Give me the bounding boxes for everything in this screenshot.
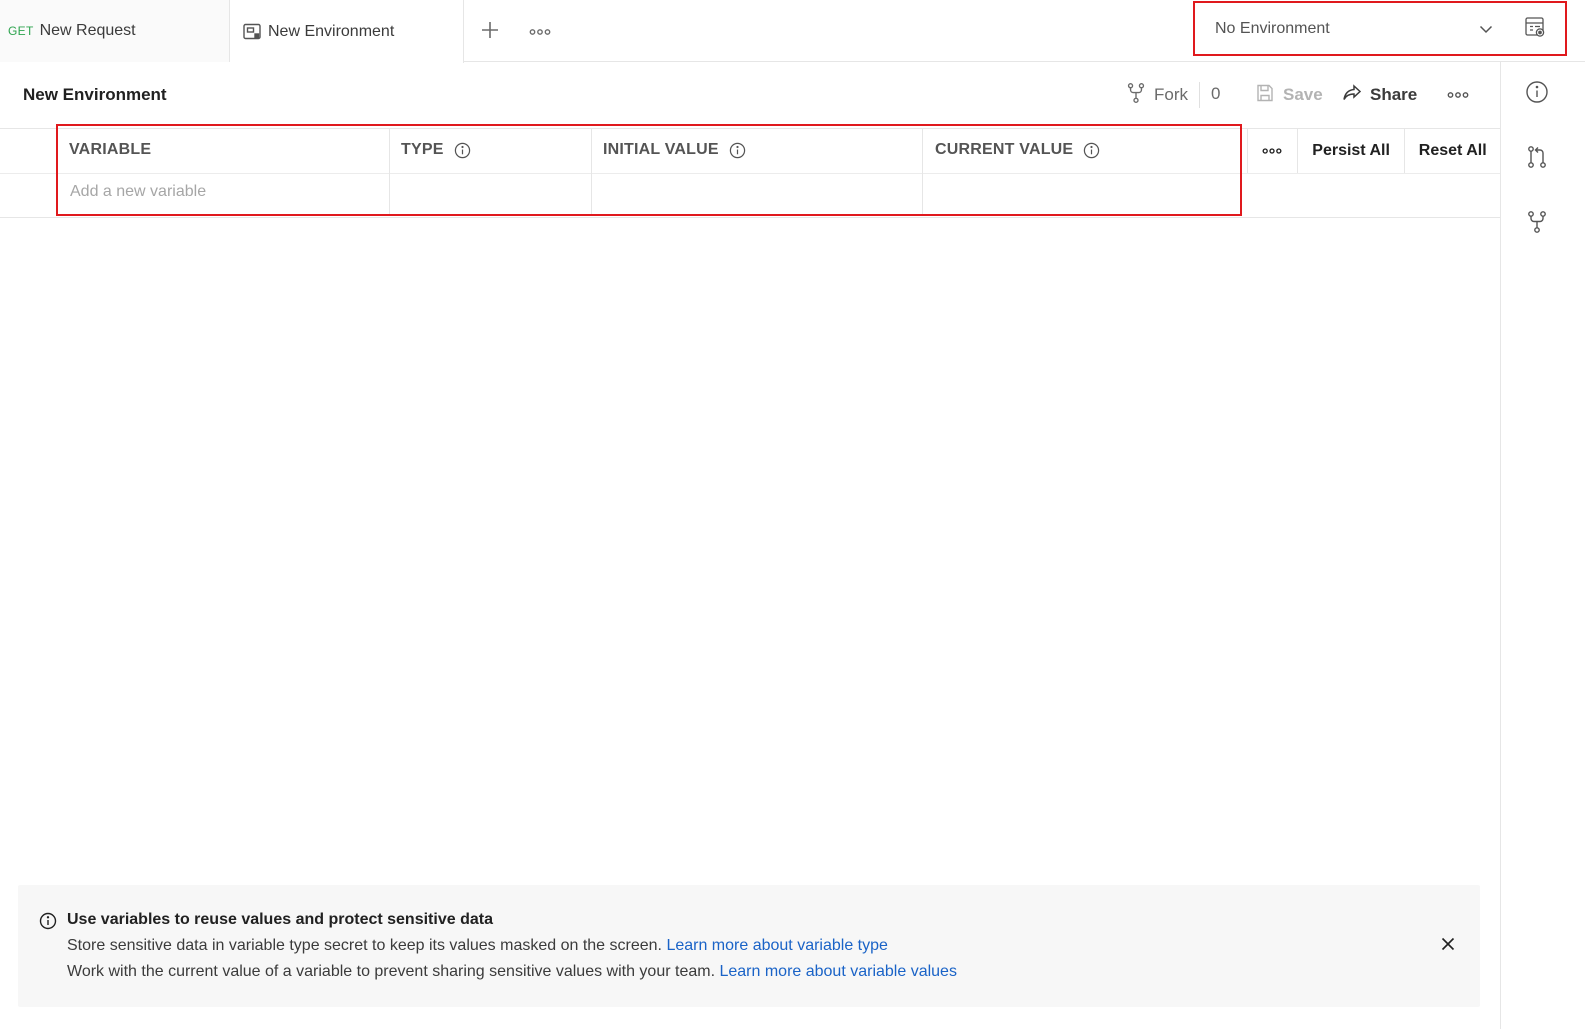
fork-label: Fork (1154, 85, 1188, 104)
right-sidebar (1500, 62, 1585, 1029)
banner-text-variable-type: Store sensitive data in variable type se… (67, 937, 888, 955)
banner-title: Use variables to reuse values and protec… (67, 911, 493, 928)
fork-button[interactable]: Fork (1126, 82, 1188, 108)
reset-all-button[interactable]: Reset All (1404, 129, 1500, 173)
environment-header: New Environment Fork 0 Save Share (0, 62, 1500, 128)
save-label: Save (1283, 85, 1323, 104)
tab-options-button[interactable] (526, 20, 554, 44)
table-options-button[interactable] (1247, 129, 1297, 173)
page-title[interactable]: New Environment (23, 85, 167, 105)
variables-table: VARIABLE TYPE INITIAL VALUE CURRENT VALU… (0, 124, 1500, 218)
learn-more-variable-values-link[interactable]: Learn more about variable values (719, 963, 956, 980)
fork-icon (1526, 210, 1548, 239)
table-toolbar: Persist All Reset All (1247, 129, 1500, 173)
dismiss-banner-button[interactable] (1438, 936, 1458, 956)
persist-all-button[interactable]: Persist All (1296, 129, 1405, 173)
table-highlight-frame (56, 124, 1242, 216)
save-button[interactable]: Save (1255, 82, 1323, 108)
environment-icon (242, 22, 262, 42)
info-icon (39, 912, 57, 930)
banner-text: Work with the current value of a variabl… (67, 963, 716, 980)
environment-quick-look-button[interactable] (1521, 15, 1549, 43)
environment-options-button[interactable] (1444, 84, 1472, 106)
share-icon (1342, 83, 1370, 107)
new-tab-button[interactable] (476, 18, 504, 46)
request-method-badge: GET (8, 24, 34, 38)
pull-request-icon (1526, 145, 1548, 174)
environment-dropdown[interactable]: No Environment (1215, 3, 1495, 54)
more-icon (529, 23, 551, 41)
banner-text-variable-values: Work with the current value of a variabl… (67, 963, 957, 981)
tab-new-request[interactable]: GET New Request (0, 0, 230, 62)
environment-dropdown-value: No Environment (1215, 19, 1330, 37)
chevron-down-icon (1477, 20, 1495, 38)
share-button[interactable]: Share (1342, 82, 1417, 108)
tab-new-environment[interactable]: New Environment (230, 0, 464, 63)
more-icon (1447, 86, 1469, 104)
fork-icon (1126, 82, 1154, 109)
tab-label: New Environment (268, 22, 395, 40)
learn-more-variable-type-link[interactable]: Learn more about variable type (666, 937, 887, 954)
save-icon (1255, 83, 1283, 108)
info-icon (1525, 80, 1549, 109)
plus-icon (480, 20, 500, 45)
tab-label: New Request (39, 22, 136, 39)
info-banner: Use variables to reuse values and protec… (18, 885, 1480, 1007)
forks-button[interactable] (1523, 210, 1551, 238)
tab-bar: GET New Request New Environment No Envir… (0, 0, 1585, 63)
environment-quick-look-icon (1523, 15, 1547, 44)
banner-text: Store sensitive data in variable type se… (67, 937, 662, 954)
more-icon (1262, 142, 1282, 160)
info-panel-button[interactable] (1523, 80, 1551, 108)
share-label: Share (1370, 85, 1418, 104)
close-icon (1441, 937, 1455, 956)
pull-requests-button[interactable] (1523, 145, 1551, 173)
divider (1199, 82, 1200, 108)
fork-count[interactable]: 0 (1211, 84, 1220, 104)
environment-selector-frame: No Environment (1193, 1, 1567, 56)
